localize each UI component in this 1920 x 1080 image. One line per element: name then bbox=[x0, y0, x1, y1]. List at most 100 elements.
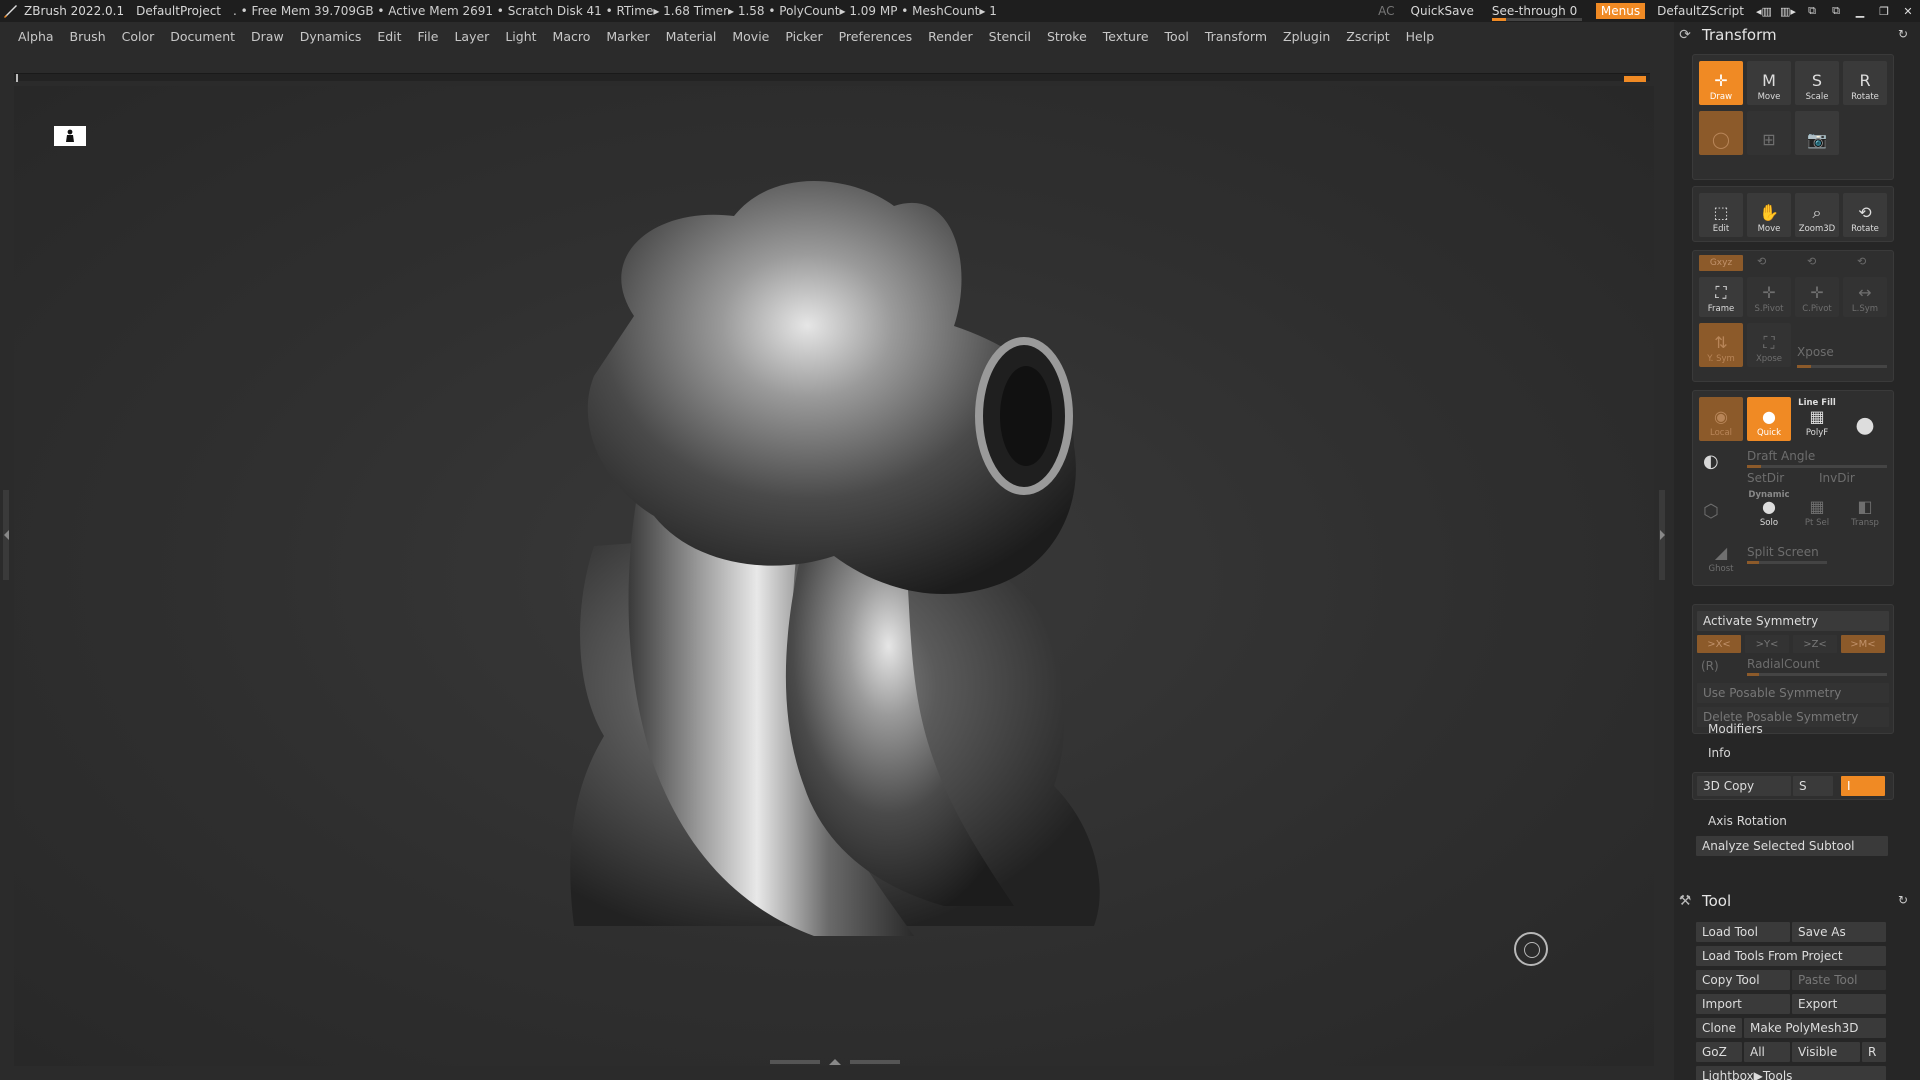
goz-all-button[interactable]: All bbox=[1744, 1042, 1790, 1062]
sym-x-toggle[interactable]: >X< bbox=[1697, 635, 1741, 653]
project-name[interactable]: DefaultProject bbox=[136, 4, 221, 18]
split-screen-slider[interactable] bbox=[1747, 561, 1827, 564]
spivot-button[interactable]: ✛ S.Pivot bbox=[1747, 277, 1791, 317]
quicksave-button[interactable]: QuickSave bbox=[1411, 4, 1474, 18]
goz-visible-button[interactable]: Visible bbox=[1792, 1042, 1860, 1062]
menu-transform[interactable]: Transform bbox=[1205, 29, 1267, 44]
analyze-subtool-button[interactable]: Analyze Selected Subtool bbox=[1696, 836, 1888, 856]
close-icon[interactable]: ✕ bbox=[1896, 5, 1920, 18]
menu-material[interactable]: Material bbox=[666, 29, 717, 44]
use-posable-symmetry-button[interactable]: Use Posable Symmetry bbox=[1697, 683, 1889, 703]
copy3d-button[interactable]: 3D Copy bbox=[1697, 776, 1791, 796]
local-button[interactable]: ◉ Local bbox=[1699, 397, 1743, 441]
x-rotate-icon[interactable]: ⟲ bbox=[1757, 255, 1766, 268]
activate-symmetry-button[interactable]: Activate Symmetry bbox=[1697, 611, 1889, 631]
xpose-slider[interactable] bbox=[1797, 365, 1887, 368]
ghost-button[interactable]: ◢ Ghost bbox=[1699, 537, 1743, 577]
dock-icon[interactable]: ⧉ bbox=[1800, 4, 1824, 18]
contrast-icon[interactable]: ◐ bbox=[1703, 451, 1719, 472]
layout2-icon[interactable]: ▥▸ bbox=[1776, 5, 1800, 18]
tool-reset-icon[interactable]: ↻ bbox=[1898, 893, 1912, 907]
radial-r-toggle[interactable]: (R) bbox=[1701, 659, 1719, 673]
cube-icon[interactable]: ⬡ bbox=[1703, 501, 1719, 522]
copy3d-i-button[interactable]: I bbox=[1841, 776, 1885, 796]
menu-help[interactable]: Help bbox=[1406, 29, 1435, 44]
ysym-button[interactable]: ⇅ Y. Sym bbox=[1699, 323, 1743, 367]
load-tool-button[interactable]: Load Tool bbox=[1696, 922, 1790, 942]
menu-stencil[interactable]: Stencil bbox=[989, 29, 1031, 44]
make-polymesh3d-button[interactable]: Make PolyMesh3D bbox=[1744, 1018, 1886, 1038]
default-zscript-button[interactable]: DefaultZScript bbox=[1657, 4, 1744, 18]
menu-picker[interactable]: Picker bbox=[785, 29, 822, 44]
document-canvas[interactable] bbox=[14, 86, 1654, 1066]
menu-layer[interactable]: Layer bbox=[454, 29, 489, 44]
info-subpalette[interactable]: Info bbox=[1708, 746, 1731, 760]
move-button[interactable]: M Move bbox=[1747, 61, 1791, 105]
frame-button[interactable]: ⛶ Frame bbox=[1699, 277, 1743, 317]
edit-mode-button[interactable]: ⊞ bbox=[1747, 111, 1791, 155]
xyz-toggle[interactable]: Gxyz bbox=[1699, 255, 1743, 271]
undock-icon[interactable]: ⧉ bbox=[1824, 4, 1848, 18]
quick-button[interactable]: ● Quick bbox=[1747, 397, 1791, 441]
menu-stroke[interactable]: Stroke bbox=[1047, 29, 1087, 44]
menu-alpha[interactable]: Alpha bbox=[18, 29, 54, 44]
z-rotate-icon[interactable]: ⟲ bbox=[1857, 255, 1866, 268]
menu-light[interactable]: Light bbox=[505, 29, 536, 44]
tool-palette-header[interactable]: ⚒ Tool ↻ bbox=[1674, 888, 1920, 914]
bottom-tray-handle[interactable] bbox=[770, 1058, 900, 1066]
menu-draw[interactable]: Draw bbox=[251, 29, 284, 44]
menu-brush[interactable]: Brush bbox=[70, 29, 106, 44]
snapshot-button[interactable]: 📷 bbox=[1795, 111, 1839, 155]
export-button[interactable]: Export bbox=[1792, 994, 1886, 1014]
lsym-button[interactable]: ↔ L.Sym bbox=[1843, 277, 1887, 317]
layout-icon[interactable]: ◂▥ bbox=[1752, 5, 1776, 18]
goz-r-button[interactable]: R bbox=[1862, 1042, 1886, 1062]
menu-macro[interactable]: Macro bbox=[553, 29, 591, 44]
import-button[interactable]: Import bbox=[1696, 994, 1790, 1014]
menu-render[interactable]: Render bbox=[928, 29, 973, 44]
cpivot-button[interactable]: ✛ C.Pivot bbox=[1795, 277, 1839, 317]
setdir-button[interactable]: SetDir bbox=[1747, 471, 1784, 485]
goz-button[interactable]: GoZ bbox=[1696, 1042, 1742, 1062]
zoom3d-button[interactable]: ⌕ Zoom3D bbox=[1795, 193, 1839, 237]
polyf-button[interactable]: Line Fill ▦ PolyF bbox=[1795, 397, 1839, 441]
sculpt-model[interactable] bbox=[14, 86, 1654, 1066]
solo-button[interactable]: Dynamic ● Solo bbox=[1747, 491, 1791, 531]
menu-movie[interactable]: Movie bbox=[732, 29, 769, 44]
invdir-button[interactable]: InvDir bbox=[1819, 471, 1855, 485]
menu-preferences[interactable]: Preferences bbox=[839, 29, 913, 44]
nav-rotate-button[interactable]: ⟲ Rotate bbox=[1843, 193, 1887, 237]
scale-button[interactable]: S Scale bbox=[1795, 61, 1839, 105]
menu-zplugin[interactable]: Zplugin bbox=[1283, 29, 1330, 44]
axis-rotation-subpalette[interactable]: Axis Rotation bbox=[1708, 814, 1787, 828]
timeline-strip[interactable] bbox=[14, 73, 1650, 82]
material-preview-button[interactable]: ● bbox=[1843, 397, 1887, 441]
load-tools-from-project-button[interactable]: Load Tools From Project bbox=[1696, 946, 1886, 966]
right-tray-handle[interactable] bbox=[1659, 490, 1665, 580]
menu-color[interactable]: Color bbox=[122, 29, 155, 44]
transp-button[interactable]: ◧ Transp bbox=[1843, 491, 1887, 531]
draw-button[interactable]: ✛ Draw bbox=[1699, 61, 1743, 105]
paste-tool-button[interactable]: Paste Tool bbox=[1792, 970, 1886, 990]
menu-marker[interactable]: Marker bbox=[606, 29, 649, 44]
menu-file[interactable]: File bbox=[418, 29, 439, 44]
xpose-icon-button[interactable]: ⛶ Xpose bbox=[1747, 323, 1791, 367]
ptsel-button[interactable]: ▦ Pt Sel bbox=[1795, 491, 1839, 531]
menu-dynamics[interactable]: Dynamics bbox=[300, 29, 362, 44]
modifiers-subpalette[interactable]: Modifiers bbox=[1708, 722, 1763, 736]
draft-angle-slider[interactable] bbox=[1747, 465, 1887, 468]
timeline-marker[interactable] bbox=[1624, 76, 1646, 82]
edit-button[interactable]: ⬚ Edit bbox=[1699, 193, 1743, 237]
menu-tool[interactable]: Tool bbox=[1165, 29, 1189, 44]
see-through-slider[interactable]: See-through 0 bbox=[1491, 4, 1582, 21]
sym-y-toggle[interactable]: >Y< bbox=[1745, 635, 1789, 653]
radial-count-slider[interactable] bbox=[1747, 673, 1887, 676]
menu-zscript[interactable]: Zscript bbox=[1346, 29, 1389, 44]
reset-icon[interactable]: ↻ bbox=[1898, 27, 1912, 41]
menu-document[interactable]: Document bbox=[170, 29, 235, 44]
copy-tool-button[interactable]: Copy Tool bbox=[1696, 970, 1790, 990]
ac-indicator[interactable]: AC bbox=[1378, 4, 1394, 18]
menu-texture[interactable]: Texture bbox=[1103, 29, 1149, 44]
lightbox-tools-button[interactable]: Lightbox▶Tools bbox=[1696, 1066, 1886, 1080]
save-as-button[interactable]: Save As bbox=[1792, 922, 1886, 942]
